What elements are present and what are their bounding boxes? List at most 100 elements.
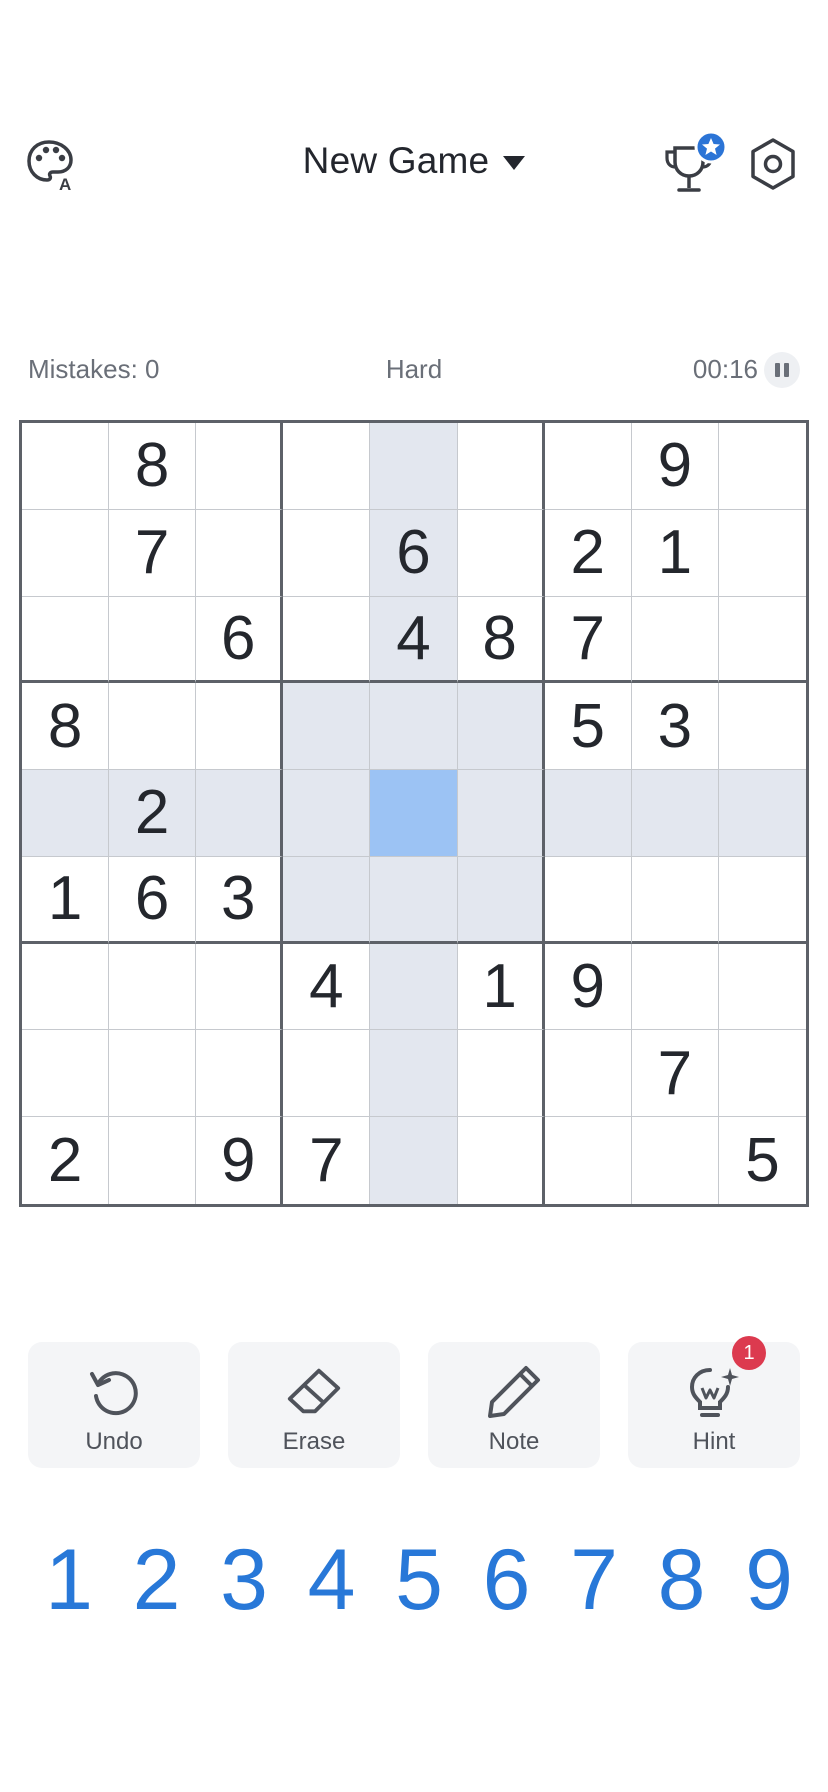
sudoku-cell[interactable] [370,1030,458,1118]
sudoku-cell[interactable]: 6 [196,596,284,684]
sudoku-cell[interactable] [283,1030,371,1118]
sudoku-cell[interactable] [370,683,458,771]
sudoku-cell[interactable] [283,856,371,944]
sudoku-cell[interactable] [631,770,719,857]
erase-button[interactable]: Erase [228,1342,400,1468]
sudoku-cell[interactable] [544,770,632,857]
sudoku-cell[interactable]: 8 [457,596,545,684]
sudoku-cell[interactable] [544,423,632,510]
sudoku-cell[interactable]: 5 [544,683,632,771]
sudoku-cell[interactable] [22,423,110,510]
sudoku-cell[interactable] [718,510,806,597]
number-button-8[interactable]: 8 [641,1530,723,1630]
number-button-3[interactable]: 3 [203,1530,285,1630]
sudoku-cell[interactable] [544,856,632,944]
sudoku-cell[interactable]: 9 [196,1117,284,1204]
eraser-icon [284,1362,344,1422]
sudoku-cell[interactable] [22,596,110,684]
sudoku-cell[interactable] [370,770,458,857]
sudoku-cell[interactable]: 2 [109,770,197,857]
sudoku-cell[interactable] [718,857,806,944]
sudoku-cell[interactable] [283,596,371,684]
sudoku-cell[interactable] [631,943,719,1031]
sudoku-cell[interactable] [370,1117,458,1204]
sudoku-cell[interactable]: 1 [22,856,110,944]
sudoku-cell[interactable] [370,423,458,510]
sudoku-cell[interactable] [631,596,719,684]
number-button-4[interactable]: 4 [291,1530,373,1630]
sudoku-cell[interactable]: 7 [631,1030,719,1118]
pause-icon [775,363,780,377]
sudoku-cell[interactable] [283,423,371,510]
sudoku-cell[interactable] [718,1030,806,1118]
sudoku-cell[interactable]: 2 [544,509,632,597]
note-button[interactable]: Note [428,1342,600,1468]
sudoku-cell[interactable] [109,596,197,684]
sudoku-cell[interactable]: 9 [544,943,632,1031]
sudoku-cell[interactable] [457,683,545,771]
sudoku-cell[interactable] [196,770,284,857]
sudoku-cell[interactable] [196,1030,284,1118]
number-button-6[interactable]: 6 [466,1530,548,1630]
number-button-7[interactable]: 7 [553,1530,635,1630]
sudoku-cell[interactable] [545,1117,632,1204]
sudoku-cell[interactable] [718,683,806,771]
sudoku-cell[interactable]: 1 [457,943,545,1031]
sudoku-cell[interactable] [22,770,110,857]
sudoku-cell[interactable] [196,943,284,1031]
sudoku-cell[interactable] [631,856,719,944]
pause-button[interactable] [764,352,800,388]
sudoku-cell[interactable] [22,509,110,597]
sudoku-cell[interactable]: 5 [719,1117,806,1204]
sudoku-cell[interactable] [457,770,545,857]
undo-button[interactable]: Undo [28,1342,200,1468]
sudoku-cell[interactable] [458,1117,545,1204]
sudoku-cell[interactable]: 9 [631,423,719,510]
sudoku-cell[interactable] [196,423,284,510]
number-button-1[interactable]: 1 [28,1530,110,1630]
sudoku-cell[interactable] [109,1117,197,1204]
sudoku-cell[interactable] [196,683,284,771]
sudoku-cell[interactable]: 6 [109,856,197,944]
sudoku-cell[interactable]: 4 [370,596,458,684]
sudoku-cell[interactable]: 3 [196,856,284,944]
sudoku-cell[interactable] [632,1117,719,1204]
sudoku-cell[interactable]: 8 [109,423,197,510]
sudoku-cell[interactable]: 4 [283,943,371,1031]
sudoku-cell[interactable] [109,1030,197,1118]
number-button-5[interactable]: 5 [378,1530,460,1630]
sudoku-cell[interactable]: 3 [631,683,719,771]
number-button-9[interactable]: 9 [728,1530,810,1630]
sudoku-cell[interactable] [196,509,284,597]
sudoku-cell[interactable]: 7 [283,1117,371,1204]
sudoku-cell[interactable] [718,944,806,1031]
sudoku-cell[interactable] [370,943,458,1031]
sudoku-cell[interactable] [457,509,545,597]
settings-icon[interactable] [742,133,804,195]
sudoku-cell[interactable] [457,1030,545,1118]
sudoku-cell[interactable] [370,856,458,944]
sudoku-cell[interactable] [283,509,371,597]
sudoku-cell[interactable] [109,943,197,1031]
sudoku-cell[interactable]: 1 [631,509,719,597]
sudoku-cell[interactable]: 8 [22,683,110,771]
sudoku-cell[interactable] [718,770,806,857]
hint-button[interactable]: Hint 1 [628,1336,800,1468]
sudoku-cell[interactable] [718,597,806,684]
sudoku-cell[interactable]: 6 [370,509,458,597]
sudoku-cell[interactable] [544,1030,632,1118]
sudoku-cell[interactable] [283,770,371,857]
sudoku-cell[interactable]: 2 [22,1117,110,1204]
number-button-2[interactable]: 2 [116,1530,198,1630]
undo-label: Undo [85,1428,143,1455]
sudoku-cell[interactable] [718,423,806,510]
sudoku-cell[interactable]: 7 [109,509,197,597]
sudoku-cell[interactable] [22,943,110,1031]
sudoku-cell[interactable] [283,683,371,771]
sudoku-cell[interactable] [109,683,197,771]
sudoku-cell[interactable] [457,423,545,510]
trophy-icon[interactable] [658,127,734,203]
sudoku-cell[interactable] [457,856,545,944]
sudoku-cell[interactable]: 7 [544,596,632,684]
sudoku-cell[interactable] [22,1030,110,1118]
